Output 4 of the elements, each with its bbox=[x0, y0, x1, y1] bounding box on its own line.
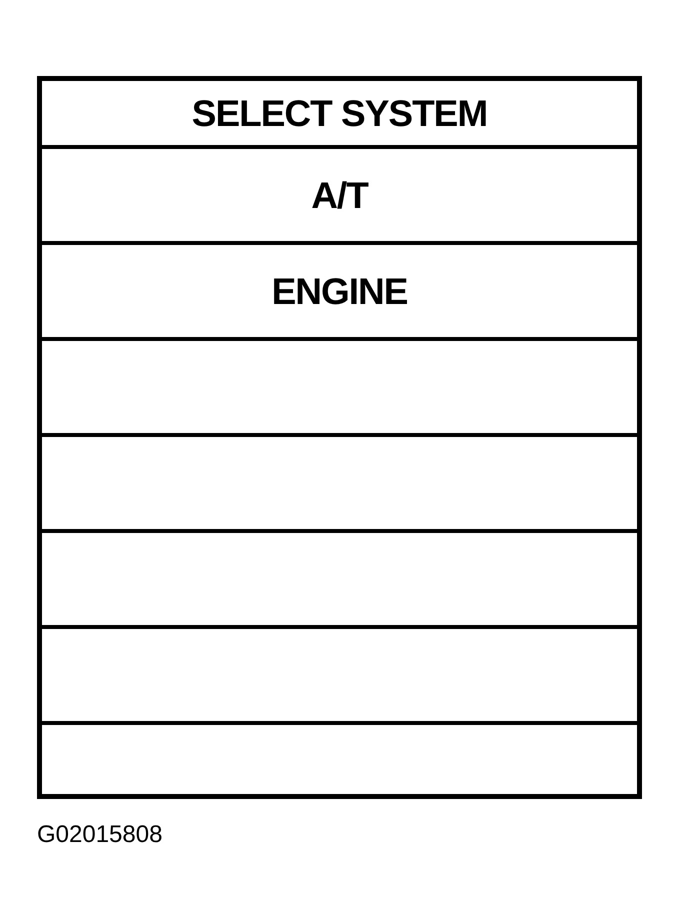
screen-title: SELECT SYSTEM bbox=[192, 94, 488, 132]
menu-item[interactable]: A/T bbox=[311, 176, 368, 214]
menu-item[interactable]: ENGINE bbox=[272, 272, 408, 310]
figure-id-label: G02015808 bbox=[37, 823, 162, 847]
